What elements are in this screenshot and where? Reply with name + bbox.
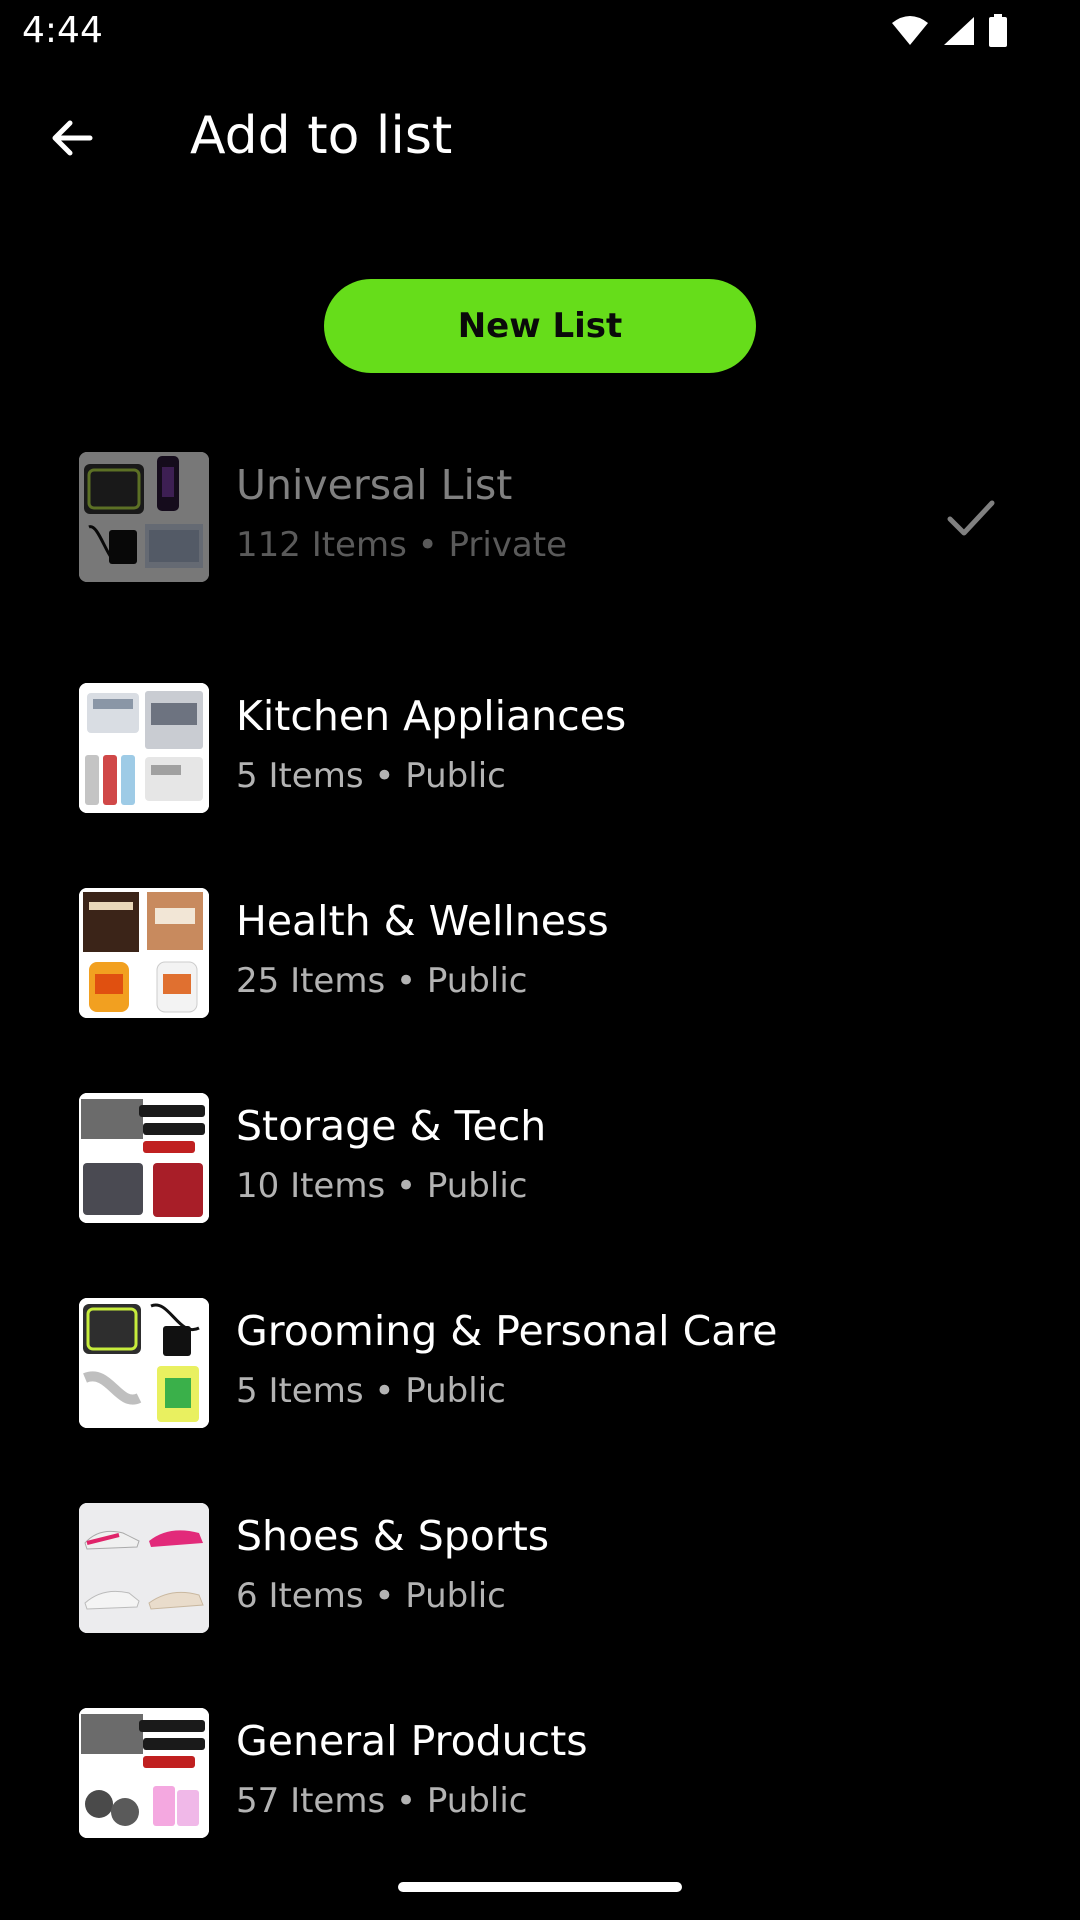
back-button[interactable] [40,106,104,170]
list-meta: 5 Items • Public [236,1371,506,1411]
list-thumbnail [79,1708,209,1838]
list-thumbnail [79,683,209,813]
list-item[interactable]: Grooming & Personal Care 5 Items • Publi… [0,1291,1080,1441]
list-thumbnail [79,1503,209,1633]
list-item[interactable]: Kitchen Appliances 5 Items • Public [0,676,1080,826]
list-meta: 57 Items • Public [236,1781,528,1821]
list-thumbnail [79,452,209,582]
list-item[interactable]: Storage & Tech 10 Items • Public [0,1086,1080,1236]
list-name: Grooming & Personal Care [236,1307,778,1355]
list-name: Health & Wellness [236,897,609,945]
new-list-button[interactable]: New List [324,279,756,373]
list-item[interactable]: General Products 57 Items • Public [0,1701,1080,1851]
checkmark-icon [947,500,995,536]
list-item[interactable]: Shoes & Sports 6 Items • Public [0,1496,1080,1646]
signal-icon [944,17,974,45]
status-bar: 4:44 [0,0,1080,64]
list-thumbnail [79,888,209,1018]
list-meta: 5 Items • Public [236,756,506,796]
list-name: Universal List [236,461,513,509]
list-meta: 25 Items • Public [236,961,528,1001]
list-name: General Products [236,1717,588,1765]
list-meta: 112 Items • Private [236,525,568,565]
wifi-icon [892,16,928,45]
list-thumbnail [79,1093,209,1223]
home-indicator[interactable] [398,1882,682,1892]
list-name: Kitchen Appliances [236,692,627,740]
list-thumbnail [79,1298,209,1428]
page-title: Add to list [190,106,453,166]
list-name: Storage & Tech [236,1102,547,1150]
list-name: Shoes & Sports [236,1512,550,1560]
battery-icon [989,14,1007,47]
arrow-back-icon [52,120,93,156]
list-meta: 10 Items • Public [236,1166,528,1206]
status-time: 4:44 [22,10,103,51]
status-icons [890,14,1008,48]
app-bar: Add to list [0,80,1080,192]
list-item[interactable]: Health & Wellness 25 Items • Public [0,881,1080,1031]
list-meta: 6 Items • Public [236,1576,506,1616]
list-item[interactable]: Universal List 112 Items • Private [0,445,1080,595]
